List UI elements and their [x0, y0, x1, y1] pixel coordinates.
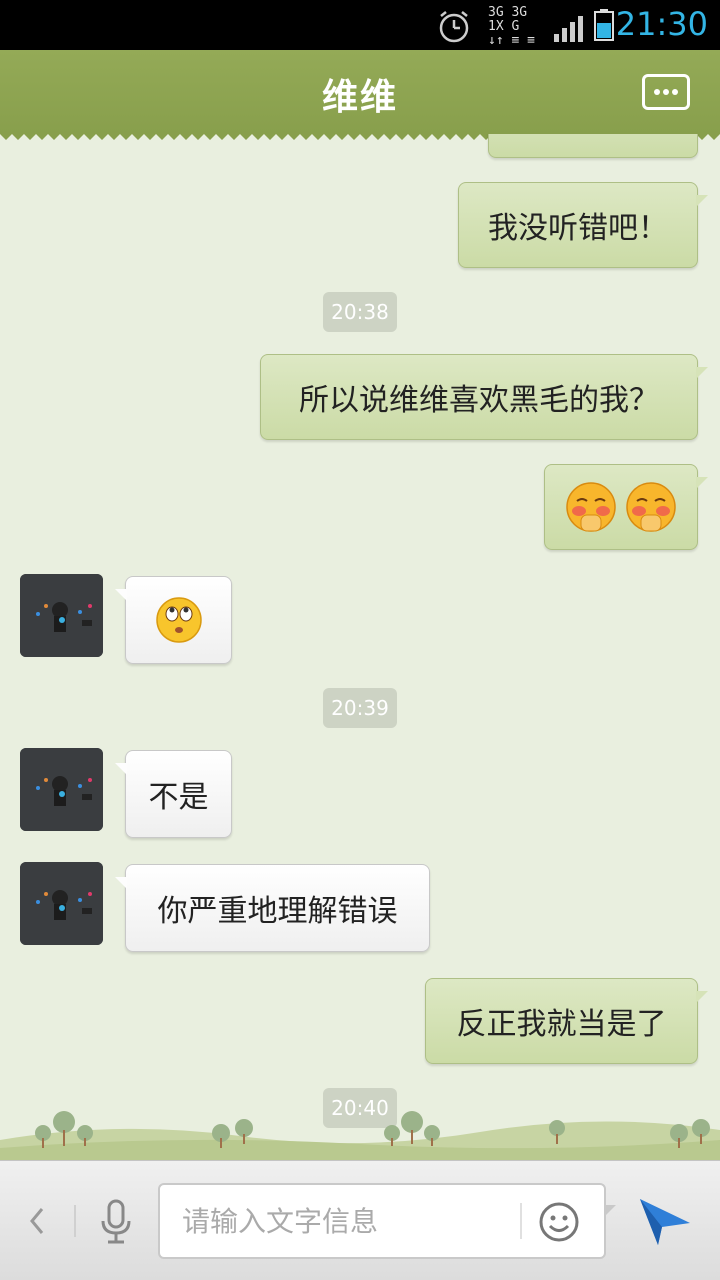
divider: [520, 1203, 522, 1239]
more-dots-icon-dot: [663, 89, 669, 95]
message-bubble-outgoing[interactable]: 我没听错吧！: [458, 182, 708, 268]
message-timestamp: 20:38: [323, 292, 397, 332]
network-type-indicator: 3G 3G 1X G ↓↑ ≡ ≡: [488, 5, 548, 48]
input-tail: [604, 1205, 616, 1217]
message-bubble-outgoing[interactable]: [544, 464, 708, 550]
message-bubble-outgoing[interactable]: [488, 134, 698, 158]
message-text: 所以说维维喜欢黑毛的我？: [299, 383, 659, 418]
scenery-decoration: [0, 1111, 720, 1160]
network-type-line1: 3G 3G 1X G: [488, 5, 528, 34]
avatar-image: [20, 748, 103, 831]
more-dots-icon-dot: [672, 89, 678, 95]
battery-icon: [594, 9, 614, 41]
shy-face-icon: [626, 482, 676, 532]
avatar[interactable]: [20, 574, 103, 657]
message-text: 不是: [148, 780, 209, 815]
message-text: 你严重地理解错误: [157, 894, 398, 929]
status-time: 21:30: [615, 5, 708, 43]
signal-strength-icon: [554, 16, 583, 42]
microphone-icon[interactable]: [96, 1197, 136, 1247]
message-bubble-outgoing[interactable]: 所以说维维喜欢黑毛的我？: [260, 354, 708, 440]
network-type-line2: ↓↑ ≡ ≡: [488, 33, 535, 48]
message-bubble-outgoing[interactable]: 反正我就当是了: [425, 978, 708, 1064]
message-timestamp: 20:39: [323, 688, 397, 728]
message-text: 反正我就当是了: [456, 1007, 667, 1042]
avatar-image: [20, 574, 103, 657]
shy-face-icon: [566, 482, 616, 532]
avatar[interactable]: [20, 748, 103, 831]
chevron-left-icon[interactable]: [22, 1201, 52, 1241]
avatar-image: [20, 862, 103, 945]
chat-header: 维维: [0, 50, 720, 140]
smiley-icon[interactable]: [538, 1201, 580, 1243]
alarm-clock-icon: [439, 11, 469, 43]
send-arrow-icon[interactable]: [636, 1195, 694, 1249]
message-text: 我没听错吧！: [488, 211, 668, 246]
input-bar: [0, 1160, 720, 1280]
avatar[interactable]: [20, 862, 103, 945]
more-options-button[interactable]: [642, 74, 690, 110]
status-bar: 3G 3G 1X G ↓↑ ≡ ≡ 21:30: [0, 0, 720, 50]
message-bubble-incoming[interactable]: 你严重地理解错误: [115, 864, 430, 952]
divider: [74, 1205, 76, 1237]
chat-title: 维维: [321, 77, 398, 118]
message-bubble-incoming[interactable]: [115, 576, 232, 664]
more-dots-icon: [654, 89, 660, 95]
rolling-eyes-face-icon: [155, 597, 202, 643]
message-list[interactable]: 我没听错吧！ 20:38 所以说维维喜欢黑毛的我？ 20:39 不是 你严重地理…: [0, 134, 720, 1160]
message-bubble-incoming[interactable]: 不是: [115, 750, 232, 838]
